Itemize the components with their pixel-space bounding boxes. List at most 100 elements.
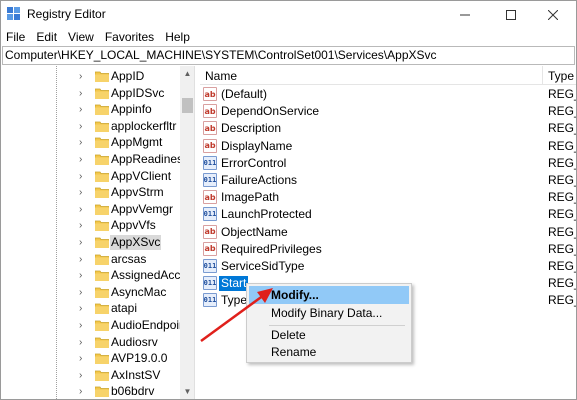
scroll-thumb[interactable]: [182, 98, 193, 113]
value-row[interactable]: ab RequiredPrivileges REG_M: [200, 241, 576, 258]
folder-icon: [95, 353, 109, 365]
menu-help[interactable]: Help: [160, 28, 196, 46]
value-type: REG_D: [548, 155, 576, 170]
address-bar[interactable]: Computer\HKEY_LOCAL_MACHINE\SYSTEM\Contr…: [2, 46, 575, 65]
tree-item[interactable]: › AppvVemgr: [2, 201, 180, 218]
chevron-right-icon[interactable]: ›: [79, 303, 88, 314]
tree-item[interactable]: › Audiosrv: [2, 334, 180, 351]
tree-item-label: Audiosrv: [111, 334, 158, 349]
tree-item[interactable]: › AppVClient: [2, 168, 180, 185]
binary-value-icon: 011: [203, 207, 217, 222]
value-name: FailureActions: [221, 173, 298, 187]
tree-item[interactable]: › AppvVfs: [2, 217, 180, 234]
tree-item[interactable]: › AsyncMac: [2, 284, 180, 301]
ctx-delete[interactable]: Delete: [249, 326, 409, 344]
value-type: REG_D: [548, 259, 576, 273]
value-row[interactable]: ab DisplayName REG_S: [200, 138, 576, 155]
tree-item[interactable]: › AppXSvc: [2, 234, 180, 251]
chevron-right-icon[interactable]: ›: [79, 88, 88, 99]
ctx-modify[interactable]: Modify...: [249, 286, 409, 304]
value-row[interactable]: ab Description REG_S: [200, 120, 576, 137]
chevron-right-icon[interactable]: ›: [79, 137, 88, 148]
value-row[interactable]: 011 FailureActions REG_B: [200, 172, 576, 189]
column-header-type[interactable]: Type: [548, 69, 574, 83]
column-header-name[interactable]: Name: [205, 69, 237, 83]
value-row[interactable]: ab (Default) REG_S: [200, 86, 576, 103]
menu-favorites[interactable]: Favorites: [100, 28, 160, 46]
value-type: REG_M: [548, 241, 576, 256]
tree-item[interactable]: › atapi: [2, 300, 180, 317]
chevron-right-icon[interactable]: ›: [79, 353, 88, 364]
tree-item-label: AppVClient: [111, 168, 172, 183]
tree-item[interactable]: › AssignedAcces: [2, 267, 193, 284]
ctx-modify-binary-data[interactable]: Modify Binary Data...: [249, 304, 409, 322]
chevron-right-icon[interactable]: ›: [79, 204, 88, 215]
chevron-right-icon[interactable]: ›: [79, 254, 88, 265]
registry-editor-icon: [7, 7, 20, 20]
chevron-right-icon[interactable]: ›: [79, 104, 88, 115]
value-row[interactable]: 011 ErrorControl REG_D: [200, 155, 576, 172]
menu-file[interactable]: File: [1, 28, 31, 46]
chevron-right-icon[interactable]: ›: [79, 337, 88, 348]
maximize-button[interactable]: [488, 1, 534, 28]
value-type: REG_D: [548, 276, 576, 291]
tree-item-label: AxInstSV: [111, 367, 161, 382]
value-row[interactable]: 011 ServiceSidType REG_D: [200, 258, 576, 275]
tree-item[interactable]: › Appinfo: [2, 101, 180, 118]
binary-value-icon: 011: [203, 293, 217, 308]
tree-item-label: AsyncMac: [111, 284, 167, 299]
tree-item[interactable]: › b06bdrv: [2, 383, 180, 399]
chevron-right-icon[interactable]: ›: [79, 171, 88, 182]
scroll-down-arrow-icon[interactable]: ▼: [180, 384, 194, 399]
tree-item[interactable]: › AxInstSV: [2, 367, 180, 384]
chevron-right-icon[interactable]: ›: [79, 386, 88, 397]
chevron-right-icon[interactable]: ›: [79, 370, 88, 381]
chevron-right-icon[interactable]: ›: [79, 237, 88, 248]
tree-item[interactable]: › applockerfltr: [2, 118, 180, 135]
chevron-right-icon[interactable]: ›: [79, 121, 88, 132]
chevron-right-icon[interactable]: ›: [79, 154, 88, 165]
value-type: REG_D: [548, 207, 576, 222]
value-row[interactable]: ab ObjectName REG_S: [200, 224, 576, 241]
value-row[interactable]: 011 LaunchProtected REG_D: [200, 206, 576, 223]
scroll-up-arrow-icon[interactable]: ▲: [180, 66, 194, 81]
chevron-right-icon[interactable]: ›: [79, 187, 88, 198]
tree-item-label: AppID: [111, 69, 145, 83]
column-separator[interactable]: [542, 66, 543, 85]
menu-edit[interactable]: Edit: [31, 28, 63, 46]
value-type: REG_S: [548, 121, 576, 136]
ctx-rename[interactable]: Rename: [249, 343, 409, 361]
chevron-right-icon[interactable]: ›: [79, 320, 88, 331]
value-row[interactable]: ab DependOnService REG_M: [200, 103, 576, 120]
tree-item[interactable]: › AppID: [2, 68, 180, 85]
tree-scrollbar[interactable]: ▲ ▼: [180, 66, 194, 399]
chevron-right-icon[interactable]: ›: [79, 270, 88, 281]
minimize-button[interactable]: [442, 1, 488, 28]
tree-item-label: arcsas: [111, 251, 147, 266]
tree-item[interactable]: › AppIDSvc: [2, 85, 180, 102]
chevron-right-icon[interactable]: ›: [79, 220, 88, 231]
menu-bar: File Edit View Favorites Help: [1, 28, 576, 46]
menu-view[interactable]: View: [63, 28, 100, 46]
tree-item-label: AppvVfs: [111, 218, 156, 233]
chevron-right-icon[interactable]: ›: [79, 287, 88, 298]
tree-item[interactable]: › AVP19.0.0: [2, 350, 180, 367]
value-row[interactable]: ab ImagePath REG_E: [200, 189, 576, 206]
folder-icon: [95, 71, 109, 82]
chevron-right-icon[interactable]: ›: [79, 71, 88, 82]
tree-item[interactable]: › AudioEndpoin: [2, 317, 186, 334]
title-bar[interactable]: Registry Editor: [1, 1, 576, 28]
string-value-icon: ab: [203, 190, 217, 205]
folder-icon: [95, 270, 109, 282]
tree-item[interactable]: › AppvStrm: [2, 184, 180, 201]
close-button[interactable]: [530, 1, 576, 28]
value-type: REG_S: [548, 224, 576, 239]
tree-item-label: AppIDSvc: [111, 85, 165, 100]
folder-icon: [95, 104, 109, 116]
tree-item[interactable]: › AppReadiness: [2, 151, 189, 168]
folder-icon: [95, 171, 109, 182]
binary-value-icon: 011: [203, 259, 217, 273]
tree-item[interactable]: › arcsas: [2, 251, 180, 268]
tree-item-label: AudioEndpoin: [111, 318, 186, 332]
tree-item[interactable]: › AppMgmt: [2, 134, 180, 151]
